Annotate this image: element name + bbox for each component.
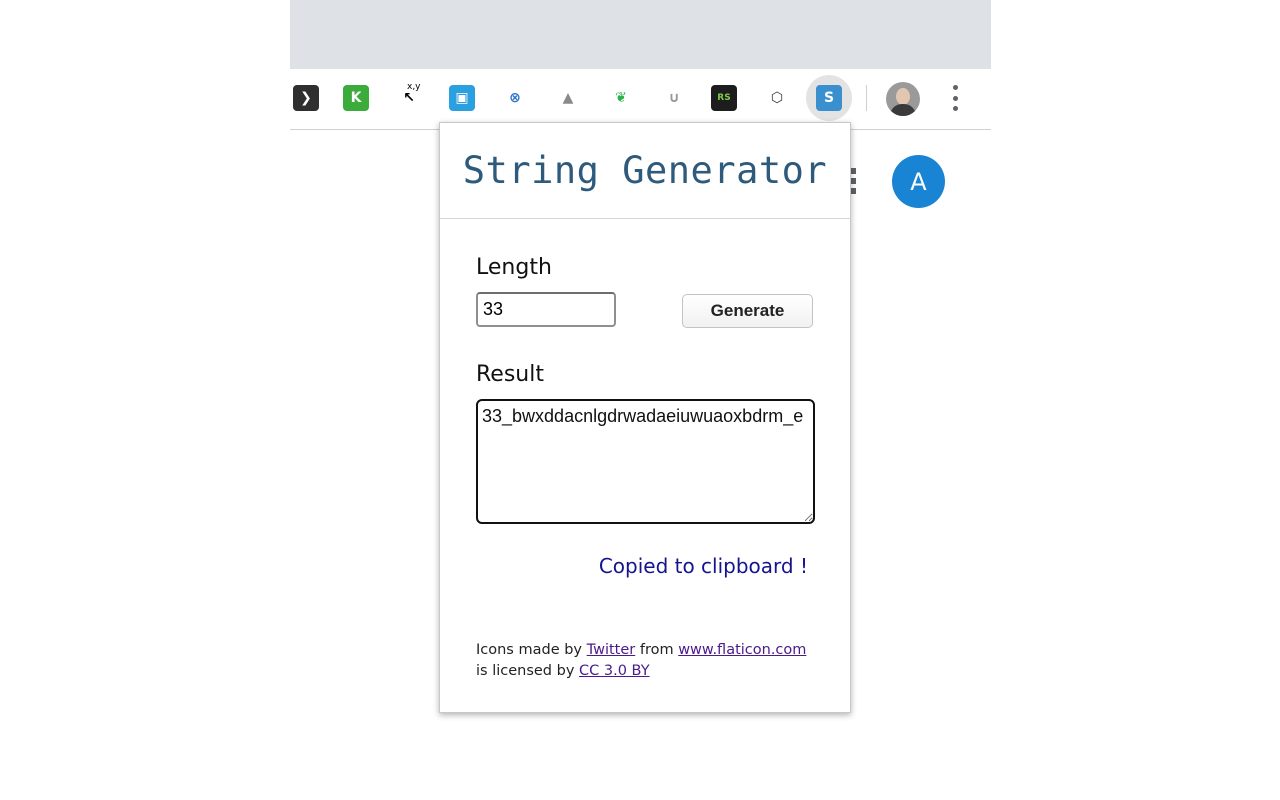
window-extension-icon[interactable]: ▣ bbox=[449, 85, 475, 111]
browser-menu-icon[interactable] bbox=[951, 85, 959, 111]
account-avatar[interactable]: A bbox=[892, 155, 945, 208]
drive-extension-icon[interactable]: ▲ bbox=[555, 85, 581, 111]
evernote-extension-icon[interactable]: ❦ bbox=[608, 85, 634, 111]
toolbar-separator bbox=[866, 85, 867, 111]
generate-button[interactable]: Generate bbox=[682, 294, 813, 328]
hexagon-extension-icon[interactable]: ⬡ bbox=[764, 85, 790, 111]
magnet-extension-icon[interactable]: ∪ bbox=[661, 85, 687, 111]
browser-toolbar: ❯ K ↖ ▣ ⊗ ▲ ❦ ∪ RS ⬡ Sx,y bbox=[290, 69, 991, 130]
length-input[interactable] bbox=[476, 292, 616, 327]
browser-tab-strip bbox=[290, 0, 991, 69]
cursor-xy-label: x,y bbox=[407, 82, 421, 92]
twitter-link[interactable]: Twitter bbox=[587, 642, 636, 658]
flaticon-link[interactable]: www.flaticon.com bbox=[678, 642, 806, 658]
popup-header: String Generator bbox=[440, 123, 850, 219]
string-generator-popup: String Generator Length Generate Result … bbox=[439, 122, 851, 713]
profile-head bbox=[896, 88, 910, 105]
random-string-extension-icon[interactable]: RS bbox=[711, 85, 737, 111]
profile-avatar[interactable] bbox=[886, 82, 920, 116]
code-extension-icon[interactable]: ❯ bbox=[293, 85, 319, 111]
target-extension-icon[interactable]: ⊗ bbox=[502, 85, 528, 111]
credits-suffix: is licensed by bbox=[476, 663, 580, 679]
k-extension-icon[interactable]: K bbox=[343, 85, 369, 111]
popup-title: String Generator bbox=[462, 149, 828, 192]
license-link[interactable]: CC 3.0 BY bbox=[579, 663, 650, 679]
copied-message: Copied to clipboard ! bbox=[598, 554, 808, 578]
result-label: Result bbox=[476, 362, 544, 387]
s-extension-icon[interactable]: S bbox=[816, 85, 842, 111]
credits-middle: from bbox=[635, 642, 679, 658]
credits-text: Icons made by Twitter from www.flaticon.… bbox=[476, 640, 821, 682]
profile-shoulders bbox=[890, 104, 916, 116]
length-label: Length bbox=[476, 255, 552, 280]
result-textarea[interactable]: 33_bwxddacnlgdrwadaeiuwuaoxbdrm_e bbox=[476, 399, 815, 524]
credits-prefix: Icons made by bbox=[476, 642, 587, 658]
